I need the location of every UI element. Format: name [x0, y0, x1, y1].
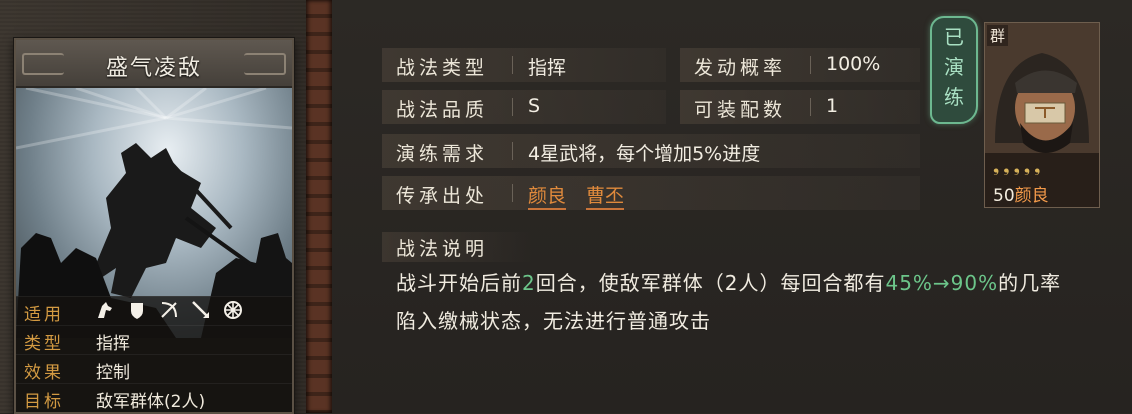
tactic-description: 战斗开始后前2回合，使敌军群体（2人）每回合都有45%→90%的几率陷入缴械状态…: [396, 264, 1076, 340]
detail-quality: 战法品质 S: [382, 90, 666, 124]
stat-value: 控制: [96, 363, 130, 383]
spear-icon: [190, 299, 212, 321]
tactic-name: 盛气凌敌: [105, 56, 202, 81]
detail-label: 演练需求: [396, 143, 489, 165]
source-links: 颜良 曹丕: [528, 181, 644, 210]
star-icon: ❟: [1034, 157, 1045, 176]
tactic-card: 盛气凌敌 适用 类型 指挥 效果 控制 目标 敌军群体(2人): [14, 38, 294, 414]
tactic-stats: 适用 类型 指挥 效果 控制 目标 敌军群体(2人): [16, 296, 292, 412]
stat-value: 敌军群体(2人): [96, 392, 206, 412]
star-icon: ❟: [1023, 157, 1035, 176]
cavalry-icon: [94, 299, 116, 321]
stamp-char: 演: [944, 55, 964, 79]
shield-icon: [126, 299, 148, 321]
detail-label: 发动概率: [694, 57, 787, 79]
stat-row-target: 目标 敌军群体(2人): [16, 383, 292, 412]
star-icon: ❟: [993, 157, 1004, 176]
general-name: 颜良: [1014, 186, 1049, 206]
general-level: 50: [993, 186, 1015, 206]
detail-value: 指挥: [528, 57, 567, 79]
detail-tactic-type: 战法类型 指挥: [382, 48, 666, 82]
general-faction: 群: [987, 25, 1009, 46]
detail-label: 传承出处: [396, 185, 489, 207]
source-link-caopi[interactable]: 曹丕: [586, 185, 625, 210]
detail-label: 战法品质: [396, 99, 489, 121]
detail-trigger-rate: 发动概率 100%: [680, 48, 920, 82]
bow-icon: [158, 299, 180, 321]
siege-icon: [222, 299, 244, 321]
star-icon: ❟: [1003, 157, 1014, 176]
detail-separator: [512, 56, 513, 74]
detail-value: 4星武将，每个增加5%进度: [528, 143, 761, 165]
general-stars: ❟❟❟❟❟: [993, 157, 1044, 177]
stat-label: 目标: [24, 392, 64, 412]
description-heading-text: 战法说明: [396, 238, 489, 260]
detail-separator: [512, 142, 513, 160]
detail-inheritance-source: 传承出处 颜良 曹丕: [382, 176, 920, 210]
detail-separator: [512, 98, 513, 116]
panel-divider: [306, 0, 332, 413]
stamp-char: 练: [944, 85, 964, 109]
detail-value: S: [528, 95, 541, 117]
stat-value: 指挥: [96, 334, 130, 354]
stat-row-type: 类型 指挥: [16, 325, 292, 354]
practiced-stamp-text: 已演练: [932, 18, 976, 112]
star-icon: ❟: [1013, 157, 1024, 176]
practiced-stamp: 已演练: [930, 16, 978, 124]
stat-label: 类型: [24, 334, 64, 354]
stat-label: 效果: [24, 363, 64, 383]
desc-highlight-chance: 45%→90%: [885, 271, 999, 295]
card-title-bar: 盛气凌敌: [16, 40, 292, 88]
detail-label: 可装配数: [694, 99, 787, 121]
desc-highlight-rounds: 2: [522, 271, 536, 295]
detail-separator: [512, 184, 513, 202]
general-level-name: 50颜良: [993, 181, 1049, 206]
detail-value: 100%: [826, 53, 881, 75]
stat-label: 适用: [24, 305, 64, 325]
detail-label: 战法类型: [396, 57, 489, 79]
stat-row-applicable: 适用: [16, 296, 292, 325]
detail-value: 1: [826, 95, 839, 117]
stat-row-effect: 效果 控制: [16, 354, 292, 383]
general-portrait-art: [985, 23, 1099, 207]
detail-separator: [810, 98, 811, 116]
desc-part: 战斗开始后前: [396, 271, 522, 295]
stamp-char: 已: [944, 25, 964, 49]
general-portrait[interactable]: 群 ❟❟❟❟❟ 50颜良: [984, 22, 1100, 208]
detail-separator: [810, 56, 811, 74]
detail-practice-requirement: 演练需求 4星武将，每个增加5%进度: [382, 134, 920, 168]
detail-equip-count: 可装配数 1: [680, 90, 920, 124]
source-link-yanliang[interactable]: 颜良: [528, 185, 567, 210]
desc-part: 回合，使敌军群体（2人）每回合都有: [535, 271, 886, 295]
troop-type-icons: [94, 299, 244, 321]
description-heading: 战法说明: [382, 232, 532, 262]
